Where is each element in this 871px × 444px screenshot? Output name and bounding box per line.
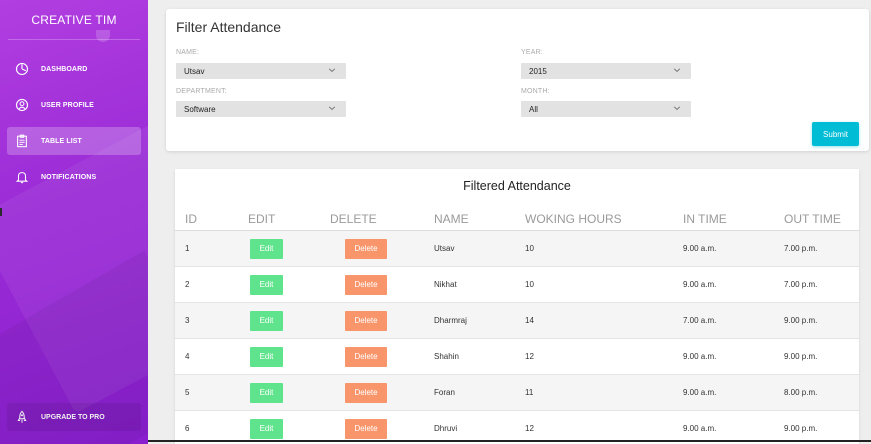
year-select-value: 2015 bbox=[529, 66, 547, 76]
cell-id: 5 bbox=[185, 388, 190, 397]
cell-id: 1 bbox=[185, 244, 190, 253]
year-select[interactable]: 2015 bbox=[521, 63, 691, 79]
clipboard-icon bbox=[15, 134, 29, 148]
table-header: ID EDIT DELETE NAME WOKING HOURS IN TIME… bbox=[175, 212, 859, 230]
sidebar-item-notifications[interactable]: NOTIFICATIONS bbox=[7, 163, 141, 191]
cell-out-time: 8.00 p.m. bbox=[784, 388, 818, 397]
cell-name: Utsav bbox=[434, 244, 455, 253]
sidebar-item-label: DASHBOARD bbox=[41, 65, 88, 73]
table-body: 1 Edit Delete Utsav 10 9.00 a.m. 7.00 p.… bbox=[175, 231, 859, 444]
cell-in-time: 9.00 a.m. bbox=[683, 388, 717, 397]
dashboard-icon bbox=[15, 62, 29, 76]
delete-button[interactable]: Delete bbox=[345, 238, 387, 259]
cell-hours: 12 bbox=[525, 352, 534, 361]
column-header-in-time: IN TIME bbox=[683, 212, 727, 226]
cell-name: Foran bbox=[434, 388, 455, 397]
department-select-value: Software bbox=[184, 104, 216, 114]
edit-button[interactable]: Edit bbox=[250, 238, 283, 259]
delete-button[interactable]: Delete bbox=[345, 274, 387, 295]
year-label: YEAR: bbox=[521, 49, 544, 56]
edit-button[interactable]: Edit bbox=[250, 382, 283, 403]
brand-logo-text[interactable]: CREATIVE TIM bbox=[8, 0, 140, 40]
upgrade-label: UPGRADE TO PRO bbox=[41, 413, 105, 421]
cell-in-time: 9.00 a.m. bbox=[683, 244, 717, 253]
delete-button[interactable]: Delete bbox=[345, 346, 387, 367]
submit-button[interactable]: Submit bbox=[812, 122, 859, 146]
sidebar-item-dashboard[interactable]: DASHBOARD bbox=[7, 55, 141, 83]
cell-hours: 11 bbox=[525, 388, 534, 397]
filter-title: Filter Attendance bbox=[176, 19, 282, 35]
cell-hours: 14 bbox=[525, 316, 534, 325]
cell-out-time: 9.00 p.m. bbox=[784, 316, 818, 325]
column-header-name: NAME bbox=[434, 212, 469, 226]
sidebar-item-label: TABLE LIST bbox=[41, 137, 82, 145]
department-select[interactable]: Software bbox=[176, 101, 346, 117]
table-row: 1 Edit Delete Utsav 10 9.00 a.m. 7.00 p.… bbox=[175, 231, 859, 267]
chevron-down-icon bbox=[328, 68, 336, 72]
delete-button[interactable]: Delete bbox=[345, 418, 387, 439]
table-row: 5 Edit Delete Foran 11 9.00 a.m. 8.00 p.… bbox=[175, 375, 859, 411]
bell-icon bbox=[15, 170, 29, 184]
name-select[interactable]: Utsav bbox=[176, 63, 346, 79]
chevron-down-icon bbox=[328, 106, 336, 110]
cell-name: Dharmraj bbox=[434, 316, 467, 325]
delete-button[interactable]: Delete bbox=[345, 382, 387, 403]
table-row: 4 Edit Delete Shahin 12 9.00 a.m. 9.00 p… bbox=[175, 339, 859, 375]
edit-button[interactable]: Edit bbox=[250, 274, 283, 295]
user-icon bbox=[15, 98, 29, 112]
name-label: NAME: bbox=[176, 49, 200, 56]
cell-id: 3 bbox=[185, 316, 190, 325]
sidebar-item-label: USER PROFILE bbox=[41, 101, 94, 109]
rocket-icon bbox=[15, 410, 29, 424]
sidebar-item-user-profile[interactable]: USER PROFILE bbox=[7, 91, 141, 119]
edit-button[interactable]: Edit bbox=[250, 346, 283, 367]
cell-hours: 10 bbox=[525, 244, 534, 253]
cell-in-time: 9.00 a.m. bbox=[683, 352, 717, 361]
edit-button[interactable]: Edit bbox=[250, 310, 283, 331]
month-label: MONTH: bbox=[521, 88, 550, 95]
sidebar: CREATIVE TIM DASHBOARD USER PROFILE TABL… bbox=[0, 0, 148, 444]
cell-name: Shahin bbox=[434, 352, 459, 361]
cell-in-time: 7.00 a.m. bbox=[683, 316, 717, 325]
edit-button[interactable]: Edit bbox=[250, 418, 283, 439]
table-row: 3 Edit Delete Dharmraj 14 7.00 a.m. 9.00… bbox=[175, 303, 859, 339]
sidebar-nav: DASHBOARD USER PROFILE TABLE LIST NOTIFI… bbox=[0, 55, 148, 191]
sidebar-item-table-list[interactable]: TABLE LIST bbox=[7, 127, 141, 155]
cell-id: 2 bbox=[185, 280, 190, 289]
cell-out-time: 7.00 p.m. bbox=[784, 280, 818, 289]
table-row: 2 Edit Delete Nikhat 10 9.00 a.m. 7.00 p… bbox=[175, 267, 859, 303]
sidebar-handle[interactable] bbox=[0, 208, 2, 216]
column-header-edit: EDIT bbox=[248, 212, 276, 226]
cell-name: Nikhat bbox=[434, 280, 457, 289]
month-select[interactable]: All bbox=[521, 101, 691, 117]
filter-card: Filter Attendance NAME: Utsav YEAR: 2015… bbox=[166, 9, 869, 151]
brand-drop-decoration bbox=[96, 30, 110, 42]
name-select-value: Utsav bbox=[184, 66, 205, 76]
chevron-down-icon bbox=[673, 106, 681, 110]
cell-id: 4 bbox=[185, 352, 190, 361]
cell-hours: 10 bbox=[525, 280, 534, 289]
cell-out-time: 7.00 p.m. bbox=[784, 244, 818, 253]
column-header-out-time: OUT TIME bbox=[784, 212, 841, 226]
column-header-working-hours: WOKING HOURS bbox=[525, 212, 622, 226]
chevron-down-icon bbox=[673, 68, 681, 72]
table-title: Filtered Attendance bbox=[463, 179, 571, 193]
column-header-delete: DELETE bbox=[330, 212, 377, 226]
attendance-table-card: Filtered Attendance ID EDIT DELETE NAME … bbox=[175, 169, 859, 444]
cell-out-time: 9.00 p.m. bbox=[784, 352, 818, 361]
department-label: DEPARTMENT: bbox=[176, 88, 227, 95]
cell-in-time: 9.00 a.m. bbox=[683, 280, 717, 289]
month-select-value: All bbox=[529, 104, 538, 114]
sidebar-item-label: NOTIFICATIONS bbox=[41, 173, 97, 181]
column-header-id: ID bbox=[185, 212, 197, 226]
upgrade-to-pro-button[interactable]: UPGRADE TO PRO bbox=[7, 403, 141, 431]
delete-button[interactable]: Delete bbox=[345, 310, 387, 331]
window-bottom-edge bbox=[148, 440, 871, 442]
